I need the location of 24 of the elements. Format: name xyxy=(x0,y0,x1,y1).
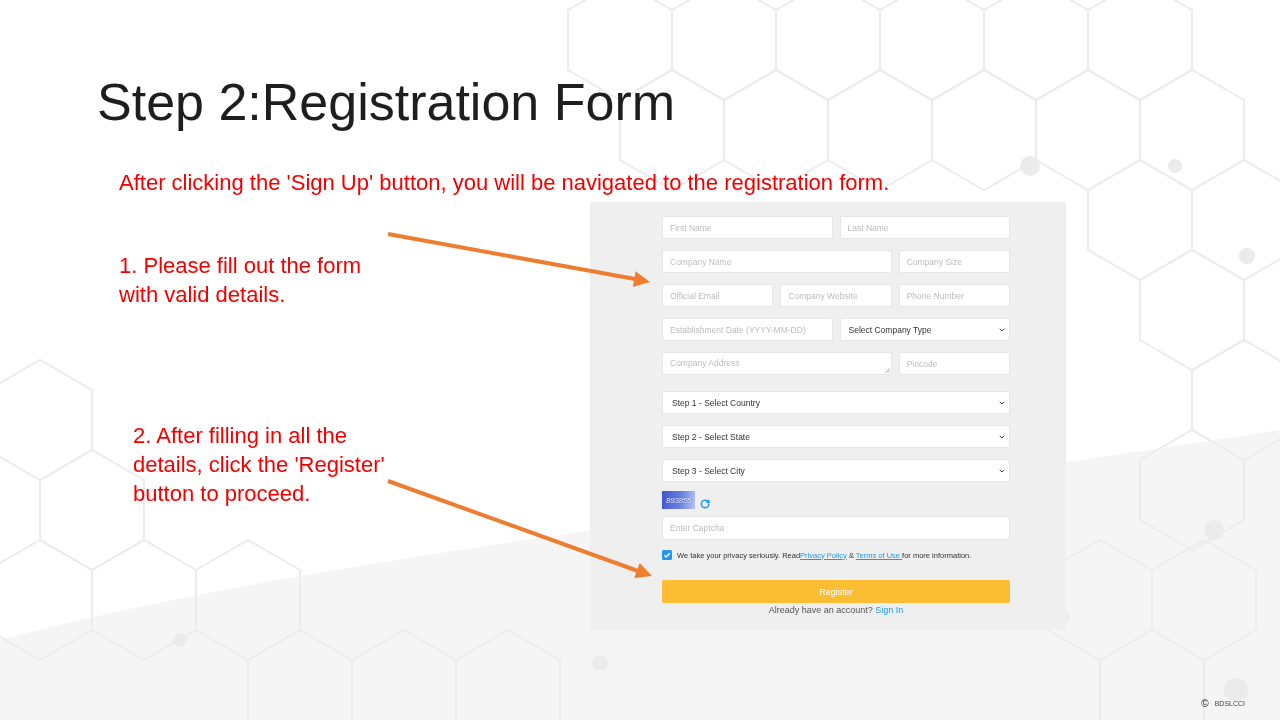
refresh-icon[interactable] xyxy=(700,499,710,509)
instruction-text: 1. Please fill out the form with valid details. xyxy=(119,252,362,309)
dropdown-select[interactable]: Step 1 - Select Country xyxy=(662,391,1010,414)
dropdown-select[interactable]: Step 3 - Select City xyxy=(662,459,1010,482)
captcha-field[interactable]: Enter Captcha xyxy=(662,516,1010,540)
dropdown-select[interactable]: Step 2 - Select State xyxy=(662,425,1010,448)
input-field[interactable]: Official Email xyxy=(662,284,774,307)
input-field[interactable]: Company Size xyxy=(898,250,1010,273)
textarea-field[interactable]: Company Address xyxy=(662,352,892,375)
slide-title: Step 2:Registration Form xyxy=(97,72,676,132)
input-field[interactable]: Company Name xyxy=(662,250,892,273)
sign-in-prompt: Already have an account? Sign In xyxy=(768,605,904,615)
input-field[interactable]: First Name xyxy=(662,216,833,239)
instruction-text: 2. After filling in all the details, click the 'Register' button to proceed. xyxy=(133,422,385,508)
checkbox[interactable] xyxy=(662,550,672,560)
input-field[interactable]: Company Website xyxy=(780,284,892,307)
copyright-symbol: © xyxy=(1201,698,1209,709)
dropdown-select[interactable]: Select Company Type xyxy=(839,318,1010,341)
input-field[interactable]: Establishment Date (YYYY-MM-DD) xyxy=(662,318,833,341)
resize-grip-icon[interactable] xyxy=(884,368,890,373)
input-field[interactable]: Last Name xyxy=(839,216,1010,239)
input-field[interactable]: Phone Number xyxy=(898,284,1010,307)
input-field[interactable]: Pincode xyxy=(898,352,1010,375)
intro-text: After clicking the 'Sign Up' button, you will be navigated to the registration form. xyxy=(119,171,890,195)
